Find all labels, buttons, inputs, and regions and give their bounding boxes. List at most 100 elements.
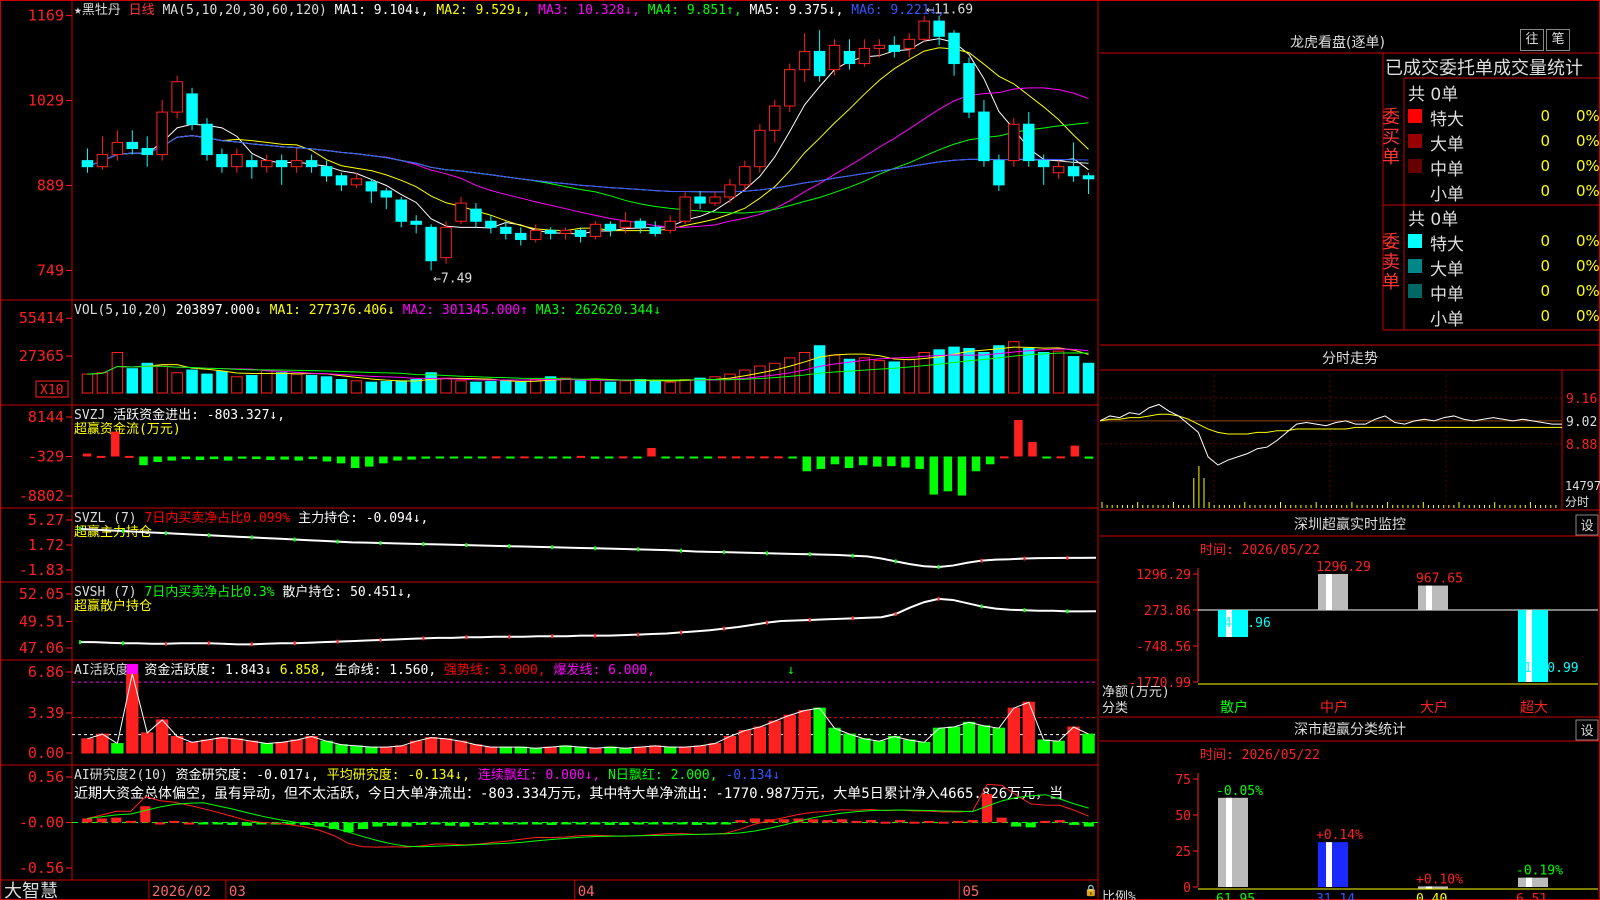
fund-flow-bar bbox=[209, 456, 219, 460]
panel-y-caption: 比例% bbox=[1102, 890, 1136, 900]
volume-bar bbox=[455, 380, 467, 394]
activity-bar bbox=[275, 741, 288, 754]
legend-swatch bbox=[1408, 109, 1422, 123]
fund-flow-bar bbox=[252, 456, 261, 460]
candle bbox=[1023, 123, 1035, 162]
research-bar bbox=[445, 822, 456, 826]
fund-flow-bar bbox=[421, 456, 430, 459]
research-bar bbox=[691, 822, 702, 825]
activity-bar bbox=[439, 738, 453, 754]
candle bbox=[529, 229, 542, 240]
activity-bar bbox=[678, 746, 692, 754]
tab-orders[interactable]: 笔 bbox=[1546, 29, 1570, 51]
indicator-header-item: -0.134↓ bbox=[725, 768, 780, 783]
activity-bar bbox=[559, 745, 572, 754]
fund-flow-bar bbox=[661, 456, 670, 459]
volume-bar bbox=[216, 370, 228, 394]
fund-flow-bar bbox=[477, 456, 487, 459]
activity-bar bbox=[708, 743, 722, 754]
y-tick-label: -8802 bbox=[19, 487, 64, 505]
legend-swatch bbox=[1408, 234, 1422, 248]
panel-y-tick-label: -748.56 bbox=[1136, 640, 1191, 655]
research-bar bbox=[198, 822, 209, 825]
volume-bar bbox=[724, 373, 736, 394]
panel-y-tick-label: 25 bbox=[1175, 845, 1191, 860]
indicator-header-item: 7日内买卖净占比0.099% bbox=[144, 510, 298, 526]
candle bbox=[918, 20, 930, 40]
research-bar bbox=[1011, 822, 1022, 827]
indicator-header: SVZL (7) 7日内买卖净占比0.099% 主力持仓: -0.094↓, bbox=[74, 510, 428, 526]
indicator-header: AI研究度2(10) 资金研究度: -0.017↓, 平均研究度: -0.134… bbox=[74, 767, 780, 783]
activity-bar bbox=[290, 739, 303, 754]
volume-bar bbox=[664, 381, 676, 394]
candle bbox=[455, 202, 467, 222]
activity-bar bbox=[141, 732, 154, 754]
indicator-header-item: 爆发线: 6.000, bbox=[553, 662, 655, 678]
ma-value: MA2: 9.529↓, bbox=[436, 3, 538, 18]
volume-bar bbox=[574, 380, 587, 394]
activity-bar bbox=[858, 738, 871, 754]
candle bbox=[1052, 166, 1065, 174]
category-bar-highlight bbox=[1526, 877, 1532, 887]
candle bbox=[81, 160, 94, 168]
activity-bar bbox=[380, 746, 393, 754]
fund-flow-bar bbox=[181, 456, 191, 460]
order-count: 0 bbox=[1540, 232, 1550, 250]
fund-flow-bar bbox=[463, 456, 473, 459]
volume-bar bbox=[873, 360, 886, 394]
activity-bar bbox=[903, 739, 916, 754]
candle bbox=[1008, 123, 1020, 162]
y-tick-label: 47.06 bbox=[19, 639, 64, 657]
research-bar bbox=[880, 821, 891, 824]
indicator-header-item: 散户持仓: 50.451↓, bbox=[282, 584, 412, 600]
candle bbox=[186, 93, 198, 125]
activity-bar bbox=[81, 738, 94, 754]
category-value-label: 6.51 bbox=[1516, 892, 1547, 900]
activity-bar bbox=[813, 707, 826, 754]
indicator-header-item: 资金活跃度: 1.843↓ bbox=[144, 662, 279, 678]
activity-bar bbox=[1052, 740, 1065, 754]
research-bar bbox=[503, 822, 514, 825]
tab-trades[interactable]: 往 bbox=[1520, 29, 1544, 51]
fund-flow-bar bbox=[492, 456, 501, 459]
fund-flow-bar bbox=[294, 456, 303, 461]
candle bbox=[111, 141, 124, 156]
order-count: 0 bbox=[1540, 132, 1550, 150]
indicator-header-item: SVSH (7) bbox=[74, 585, 144, 600]
volume-bar bbox=[141, 362, 153, 394]
candle bbox=[559, 229, 572, 234]
fund-flow-bar bbox=[1014, 420, 1023, 457]
research-bar bbox=[546, 822, 557, 825]
settings-button-label: 设 bbox=[1580, 724, 1593, 739]
order-percent: 0% bbox=[1576, 157, 1600, 175]
research-bar bbox=[416, 822, 427, 825]
date-tick-label: 04 bbox=[578, 884, 595, 900]
research-bar bbox=[633, 822, 644, 825]
volume-bar bbox=[305, 374, 318, 394]
fund-flow-bar bbox=[1070, 445, 1080, 457]
fund-flow-bar bbox=[1000, 456, 1009, 459]
y-tick-label: 8144 bbox=[28, 408, 64, 426]
research-bar bbox=[894, 820, 906, 823]
ma-value: MA4: 9.851↑, bbox=[648, 3, 750, 18]
candle bbox=[798, 50, 811, 71]
indicator-header-item: 生命线: 1.560, bbox=[335, 662, 444, 678]
research-bar bbox=[488, 822, 499, 825]
y-tick-label: 49.51 bbox=[19, 612, 64, 630]
candle bbox=[380, 190, 393, 198]
intraday-price-line bbox=[1099, 403, 1562, 466]
volume-bar bbox=[798, 352, 811, 394]
y-tick-label: 1.72 bbox=[28, 536, 64, 554]
intraday-price-tick: 8.88 bbox=[1566, 438, 1597, 453]
activity-bar bbox=[529, 747, 542, 754]
candle bbox=[440, 226, 452, 259]
fund-flow-bar bbox=[760, 456, 769, 459]
research-bar bbox=[212, 822, 223, 825]
volume-bar bbox=[156, 365, 168, 394]
fund-flow-bar bbox=[350, 456, 360, 469]
ma-value: MA3: 10.328↓, bbox=[538, 3, 648, 18]
candle bbox=[634, 220, 647, 228]
candle bbox=[500, 226, 512, 234]
category-bar-highlight bbox=[1326, 842, 1332, 887]
fund-flow-bar bbox=[985, 456, 995, 465]
